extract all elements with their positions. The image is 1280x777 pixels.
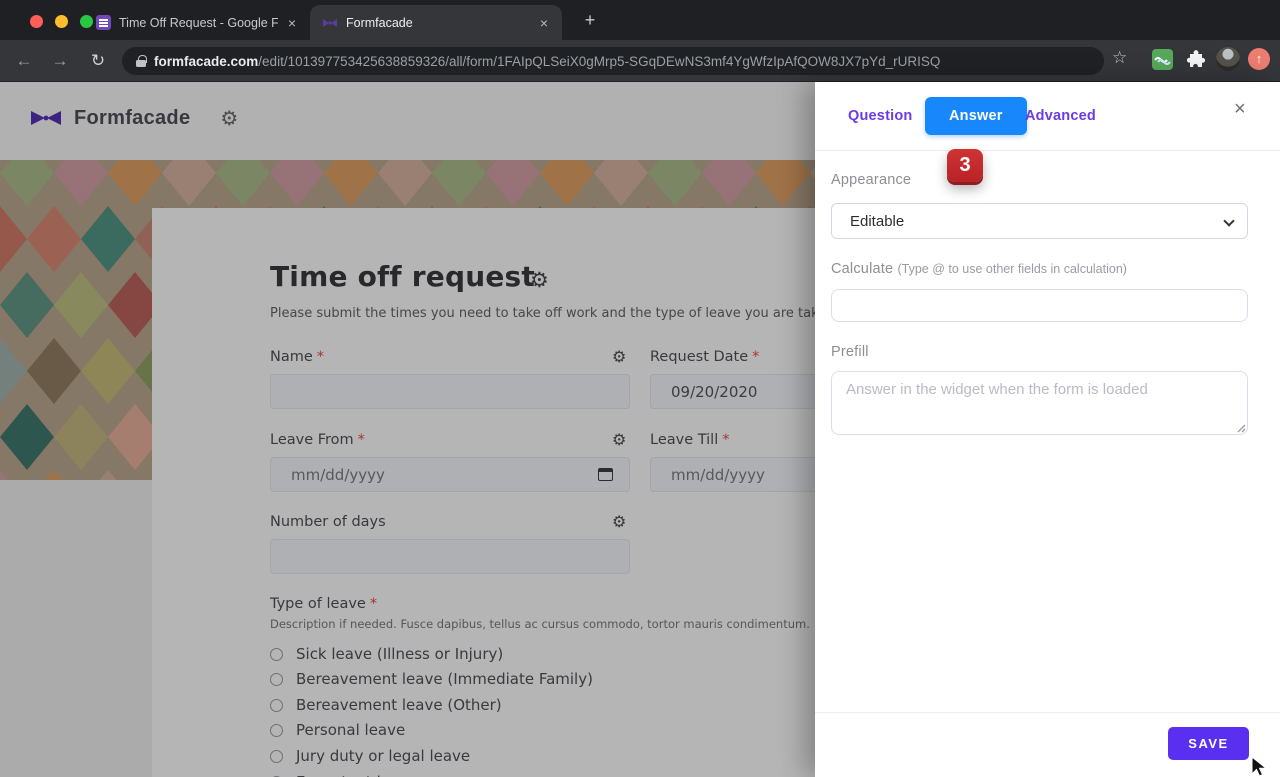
brand: Formfacade ⚙ [30, 106, 238, 130]
panel-bottom-divider [815, 712, 1280, 713]
form-card: Time off request ⚙ Please submit the tim… [152, 208, 860, 777]
appearance-selected-value: Editable [850, 213, 904, 230]
save-button[interactable]: SAVE [1168, 727, 1249, 760]
date-placeholder: mm/dd/yyyy [291, 466, 385, 484]
required-asterisk: * [370, 596, 377, 612]
radio-label: Bereavement leave (Immediate Family) [296, 670, 593, 688]
brand-name: Formfacade [74, 107, 190, 130]
tab-answer[interactable]: Answer [925, 97, 1027, 135]
name-field-gear-icon[interactable]: ⚙ [612, 347, 626, 366]
app-settings-gear-icon[interactable]: ⚙ [220, 106, 238, 130]
required-asterisk: * [358, 432, 365, 448]
mouse-cursor [1250, 756, 1270, 777]
mail-extension-icon[interactable] [1152, 49, 1173, 70]
radio-option-expectant-leave[interactable]: Expectant leave [270, 773, 417, 777]
browser-update-icon[interactable]: ↑ [1248, 48, 1270, 70]
leave-till-label: Leave Till* [650, 432, 730, 448]
tab-google-forms[interactable]: Time Off Request - Google For × [84, 5, 310, 40]
radio-icon[interactable] [270, 699, 283, 712]
radio-icon[interactable] [270, 750, 283, 763]
required-asterisk: * [722, 432, 729, 448]
radio-option-personal-leave[interactable]: Personal leave [270, 721, 405, 739]
radio-icon[interactable] [270, 673, 283, 686]
browser-toolbar: ← → ↻ formfacade.com/edit/10139775342563… [0, 40, 1280, 82]
formfacade-logo-icon [30, 108, 62, 128]
required-asterisk: * [317, 349, 324, 365]
browser-tabstrip: Time Off Request - Google For × Formfaca… [0, 0, 1280, 40]
radio-icon[interactable] [270, 648, 283, 661]
number-of-days-gear-icon[interactable]: ⚙ [612, 512, 626, 531]
radio-option-bereavement-other[interactable]: Bereavement leave (Other) [270, 696, 502, 714]
panel-tabs: Question Answer Advanced × [815, 82, 1280, 150]
radio-label: Personal leave [296, 721, 405, 739]
form-description: Please submit the times you need to take… [270, 306, 860, 321]
window-close-button[interactable] [30, 15, 43, 28]
form-title-gear-icon[interactable]: ⚙ [530, 268, 549, 292]
tab-title: Time Off Request - Google For [119, 16, 278, 30]
name-input[interactable] [270, 374, 630, 409]
appearance-label: Appearance [831, 172, 911, 188]
url-path: /edit/101397753425638859326/all/form/1FA… [258, 54, 940, 69]
date-placeholder: mm/dd/yyyy [671, 466, 765, 484]
tab-close-icon[interactable]: × [286, 15, 298, 31]
google-forms-icon [96, 15, 111, 30]
leave-from-gear-icon[interactable]: ⚙ [612, 430, 626, 449]
number-of-days-label: Number of days [270, 514, 386, 530]
appearance-select[interactable]: Editable [831, 203, 1248, 239]
name-field-label: Name* [270, 349, 324, 365]
tab-advanced[interactable]: Advanced [1025, 108, 1096, 124]
url-text: formfacade.com/edit/10139775342563885932… [154, 54, 940, 69]
radio-option-sick-leave[interactable]: Sick leave (Illness or Injury) [270, 645, 503, 663]
radio-label: Bereavement leave (Other) [296, 696, 502, 714]
radio-icon[interactable] [270, 724, 283, 737]
tab-close-icon[interactable]: × [538, 15, 550, 31]
panel-close-icon[interactable]: × [1234, 98, 1246, 121]
panel-divider [815, 150, 1280, 151]
radio-label: Jury duty or legal leave [296, 747, 470, 765]
radio-option-bereavement-immediate[interactable]: Bereavement leave (Immediate Family) [270, 670, 593, 688]
extensions-puzzle-icon[interactable] [1186, 49, 1207, 70]
leave-from-input[interactable]: mm/dd/yyyy [270, 457, 630, 492]
chevron-down-icon [1223, 215, 1234, 226]
window-minimize-button[interactable] [55, 15, 68, 28]
prefill-label: Prefill [831, 344, 869, 360]
step-badge: 3 [947, 149, 983, 182]
formfacade-favicon-icon [322, 15, 338, 31]
back-icon[interactable]: ← [12, 49, 36, 73]
request-date-label: Request Date* [650, 349, 759, 365]
radio-label: Expectant leave [296, 773, 417, 777]
calculate-input[interactable] [831, 289, 1248, 322]
screen: Time Off Request - Google For × Formfaca… [0, 0, 1280, 777]
url-domain: formfacade.com [154, 54, 258, 69]
url-bar[interactable]: formfacade.com/edit/10139775342563885932… [122, 47, 1104, 75]
calendar-icon[interactable] [598, 468, 613, 481]
radio-label: Sick leave (Illness or Injury) [296, 645, 503, 663]
profile-avatar[interactable] [1216, 47, 1240, 71]
new-tab-button[interactable]: + [578, 8, 602, 32]
lock-icon [136, 55, 146, 67]
type-of-leave-label: Type of leave* [270, 596, 377, 612]
tab-question[interactable]: Question [848, 108, 912, 124]
radio-option-jury-duty[interactable]: Jury duty or legal leave [270, 747, 470, 765]
leave-from-label: Leave From* [270, 432, 365, 448]
tab-formfacade[interactable]: Formfacade × [310, 5, 562, 40]
answer-settings-panel: Question Answer Advanced × 3 Appearance … [815, 82, 1280, 777]
calculate-hint: (Type @ to use other fields in calculati… [897, 262, 1126, 276]
bookmark-star-icon[interactable]: ☆ [1112, 48, 1127, 68]
forward-icon[interactable]: → [48, 49, 72, 73]
calculate-label: Calculate (Type @ to use other fields in… [831, 261, 1127, 277]
reload-icon[interactable]: ↻ [86, 49, 110, 73]
tab-title: Formfacade [346, 16, 530, 30]
required-asterisk: * [752, 349, 759, 365]
form-title: Time off request [270, 260, 535, 293]
prefill-textarea[interactable] [831, 371, 1248, 435]
type-of-leave-description: Description if needed. Fusce dapibus, te… [270, 617, 810, 631]
number-of-days-input[interactable] [270, 539, 630, 574]
